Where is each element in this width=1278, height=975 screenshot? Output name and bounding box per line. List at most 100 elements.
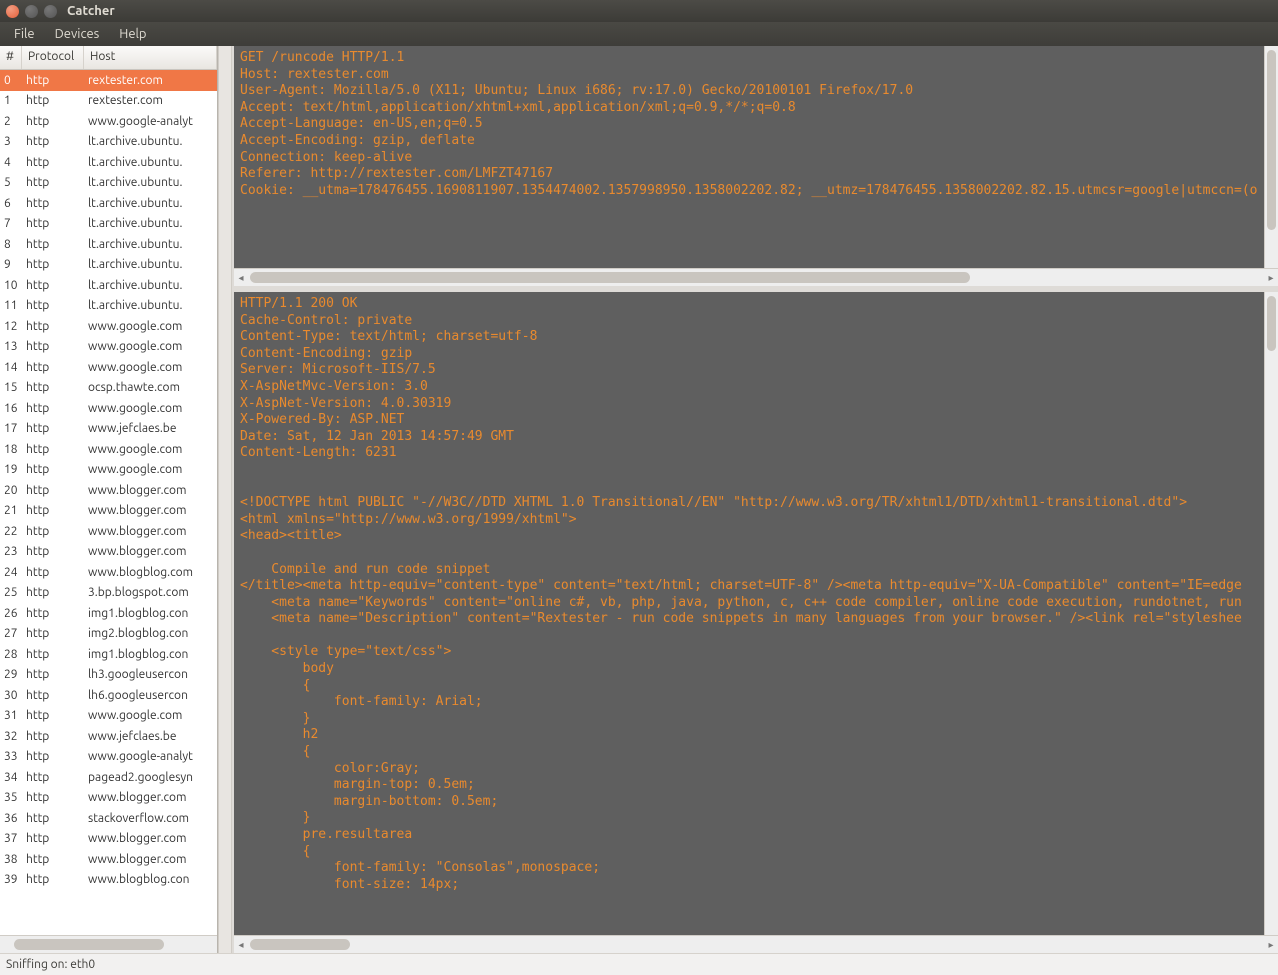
table-row[interactable]: 0httprextester.com [0,70,217,91]
cell-num: 1 [0,94,22,107]
table-row[interactable]: 30httplh6.googleusercon [0,685,217,706]
table-row[interactable]: 39httpwww.blogblog.con [0,870,217,891]
table-row[interactable]: 17httpwww.jefclaes.be [0,419,217,440]
response-hscroll-thumb[interactable] [250,939,350,950]
cell-num: 0 [0,74,22,87]
cell-host: www.jefclaes.be [84,730,217,743]
col-header-host[interactable]: Host [84,46,217,69]
cell-host: lt.archive.ubuntu. [84,135,217,148]
cell-protocol: http [22,115,84,128]
cell-protocol: http [22,873,84,886]
cell-num: 36 [0,812,22,825]
minimize-icon[interactable] [25,5,38,18]
request-hscrollbar[interactable]: ◂ ▸ [234,268,1278,286]
menubar: File Devices Help [0,22,1278,46]
cell-num: 33 [0,750,22,763]
response-vscrollbar[interactable] [1264,292,1278,935]
cell-protocol: http [22,709,84,722]
table-row[interactable]: 2httpwww.google-analyt [0,111,217,132]
list-hscrollbar[interactable] [0,935,217,953]
response-hscrollbar[interactable]: ◂ ▸ [234,935,1278,953]
menu-help[interactable]: Help [109,24,156,44]
table-row[interactable]: 34httppagead2.googlesyn [0,767,217,788]
cell-host: ocsp.thawte.com [84,381,217,394]
maximize-icon[interactable] [44,5,57,18]
table-row[interactable]: 22httpwww.blogger.com [0,521,217,542]
table-row[interactable]: 24httpwww.blogblog.com [0,562,217,583]
cell-num: 30 [0,689,22,702]
request-list-pane: # Protocol Host 0httprextester.com1httpr… [0,46,218,953]
request-vscroll-thumb[interactable] [1267,50,1276,230]
table-row[interactable]: 7httplt.archive.ubuntu. [0,214,217,235]
table-row[interactable]: 16httpwww.google.com [0,398,217,419]
request-vscrollbar[interactable] [1264,46,1278,268]
table-row[interactable]: 38httpwww.blogger.com [0,849,217,870]
cell-host: www.blogger.com [84,525,217,538]
list-vscrollbar[interactable] [218,46,232,953]
table-row[interactable]: 35httpwww.blogger.com [0,788,217,809]
cell-protocol: http [22,176,84,189]
table-row[interactable]: 6httplt.archive.ubuntu. [0,193,217,214]
col-header-protocol[interactable]: Protocol [22,46,84,69]
window-title: Catcher [67,4,115,18]
table-row[interactable]: 14httpwww.google.com [0,357,217,378]
table-row[interactable]: 21httpwww.blogger.com [0,501,217,522]
table-row[interactable]: 33httpwww.google-analyt [0,747,217,768]
table-row[interactable]: 27httpimg2.blogblog.con [0,624,217,645]
cell-protocol: http [22,381,84,394]
cell-num: 3 [0,135,22,148]
table-row[interactable]: 25http3.bp.blogspot.com [0,583,217,604]
menu-devices[interactable]: Devices [45,24,110,44]
table-row[interactable]: 18httpwww.google.com [0,439,217,460]
close-icon[interactable] [6,5,19,18]
table-row[interactable]: 1httprextester.com [0,91,217,112]
response-pane-wrap: HTTP/1.1 200 OK Cache-Control: private C… [234,292,1278,935]
cell-num: 21 [0,504,22,517]
table-row[interactable]: 26httpimg1.blogblog.con [0,603,217,624]
cell-host: www.blogger.com [84,504,217,517]
cell-protocol: http [22,668,84,681]
scroll-right-icon[interactable]: ▸ [1264,269,1278,287]
cell-protocol: http [22,525,84,538]
table-row[interactable]: 12httpwww.google.com [0,316,217,337]
table-row[interactable]: 32httpwww.jefclaes.be [0,726,217,747]
cell-num: 22 [0,525,22,538]
scroll-right-icon[interactable]: ▸ [1264,936,1278,954]
list-hscroll-thumb[interactable] [14,939,164,950]
table-row[interactable]: 29httplh3.googleusercon [0,665,217,686]
table-row[interactable]: 23httpwww.blogger.com [0,542,217,563]
request-text[interactable]: GET /runcode HTTP/1.1 Host: rextester.co… [234,46,1264,268]
cell-num: 19 [0,463,22,476]
scroll-left-icon[interactable]: ◂ [234,936,248,954]
table-row[interactable]: 11httplt.archive.ubuntu. [0,296,217,317]
table-row[interactable]: 4httplt.archive.ubuntu. [0,152,217,173]
response-text[interactable]: HTTP/1.1 200 OK Cache-Control: private C… [234,292,1264,935]
table-row[interactable]: 31httpwww.google.com [0,706,217,727]
request-table: # Protocol Host 0httprextester.com1httpr… [0,46,217,953]
table-row[interactable]: 5httplt.archive.ubuntu. [0,173,217,194]
table-row[interactable]: 28httpimg1.blogblog.con [0,644,217,665]
table-row[interactable]: 8httplt.archive.ubuntu. [0,234,217,255]
scroll-left-icon[interactable]: ◂ [234,269,248,287]
table-row[interactable]: 37httpwww.blogger.com [0,829,217,850]
table-row[interactable]: 15httpocsp.thawte.com [0,378,217,399]
response-vscroll-thumb[interactable] [1267,296,1276,351]
cell-protocol: http [22,771,84,784]
table-row[interactable]: 10httplt.archive.ubuntu. [0,275,217,296]
table-row[interactable]: 19httpwww.google.com [0,460,217,481]
col-header-num[interactable]: # [0,46,22,69]
table-body[interactable]: 0httprextester.com1httprextester.com2htt… [0,70,217,935]
table-row[interactable]: 13httpwww.google.com [0,337,217,358]
cell-host: rextester.com [84,74,217,87]
cell-protocol: http [22,627,84,640]
table-row[interactable]: 20httpwww.blogger.com [0,480,217,501]
cell-protocol: http [22,238,84,251]
cell-num: 34 [0,771,22,784]
workspace: # Protocol Host 0httprextester.com1httpr… [0,46,1278,953]
menu-file[interactable]: File [4,24,45,44]
table-row[interactable]: 9httplt.archive.ubuntu. [0,255,217,276]
request-hscroll-thumb[interactable] [250,272,970,283]
table-row[interactable]: 3httplt.archive.ubuntu. [0,132,217,153]
cell-host: www.blogger.com [84,853,217,866]
table-row[interactable]: 36httpstackoverflow.com [0,808,217,829]
